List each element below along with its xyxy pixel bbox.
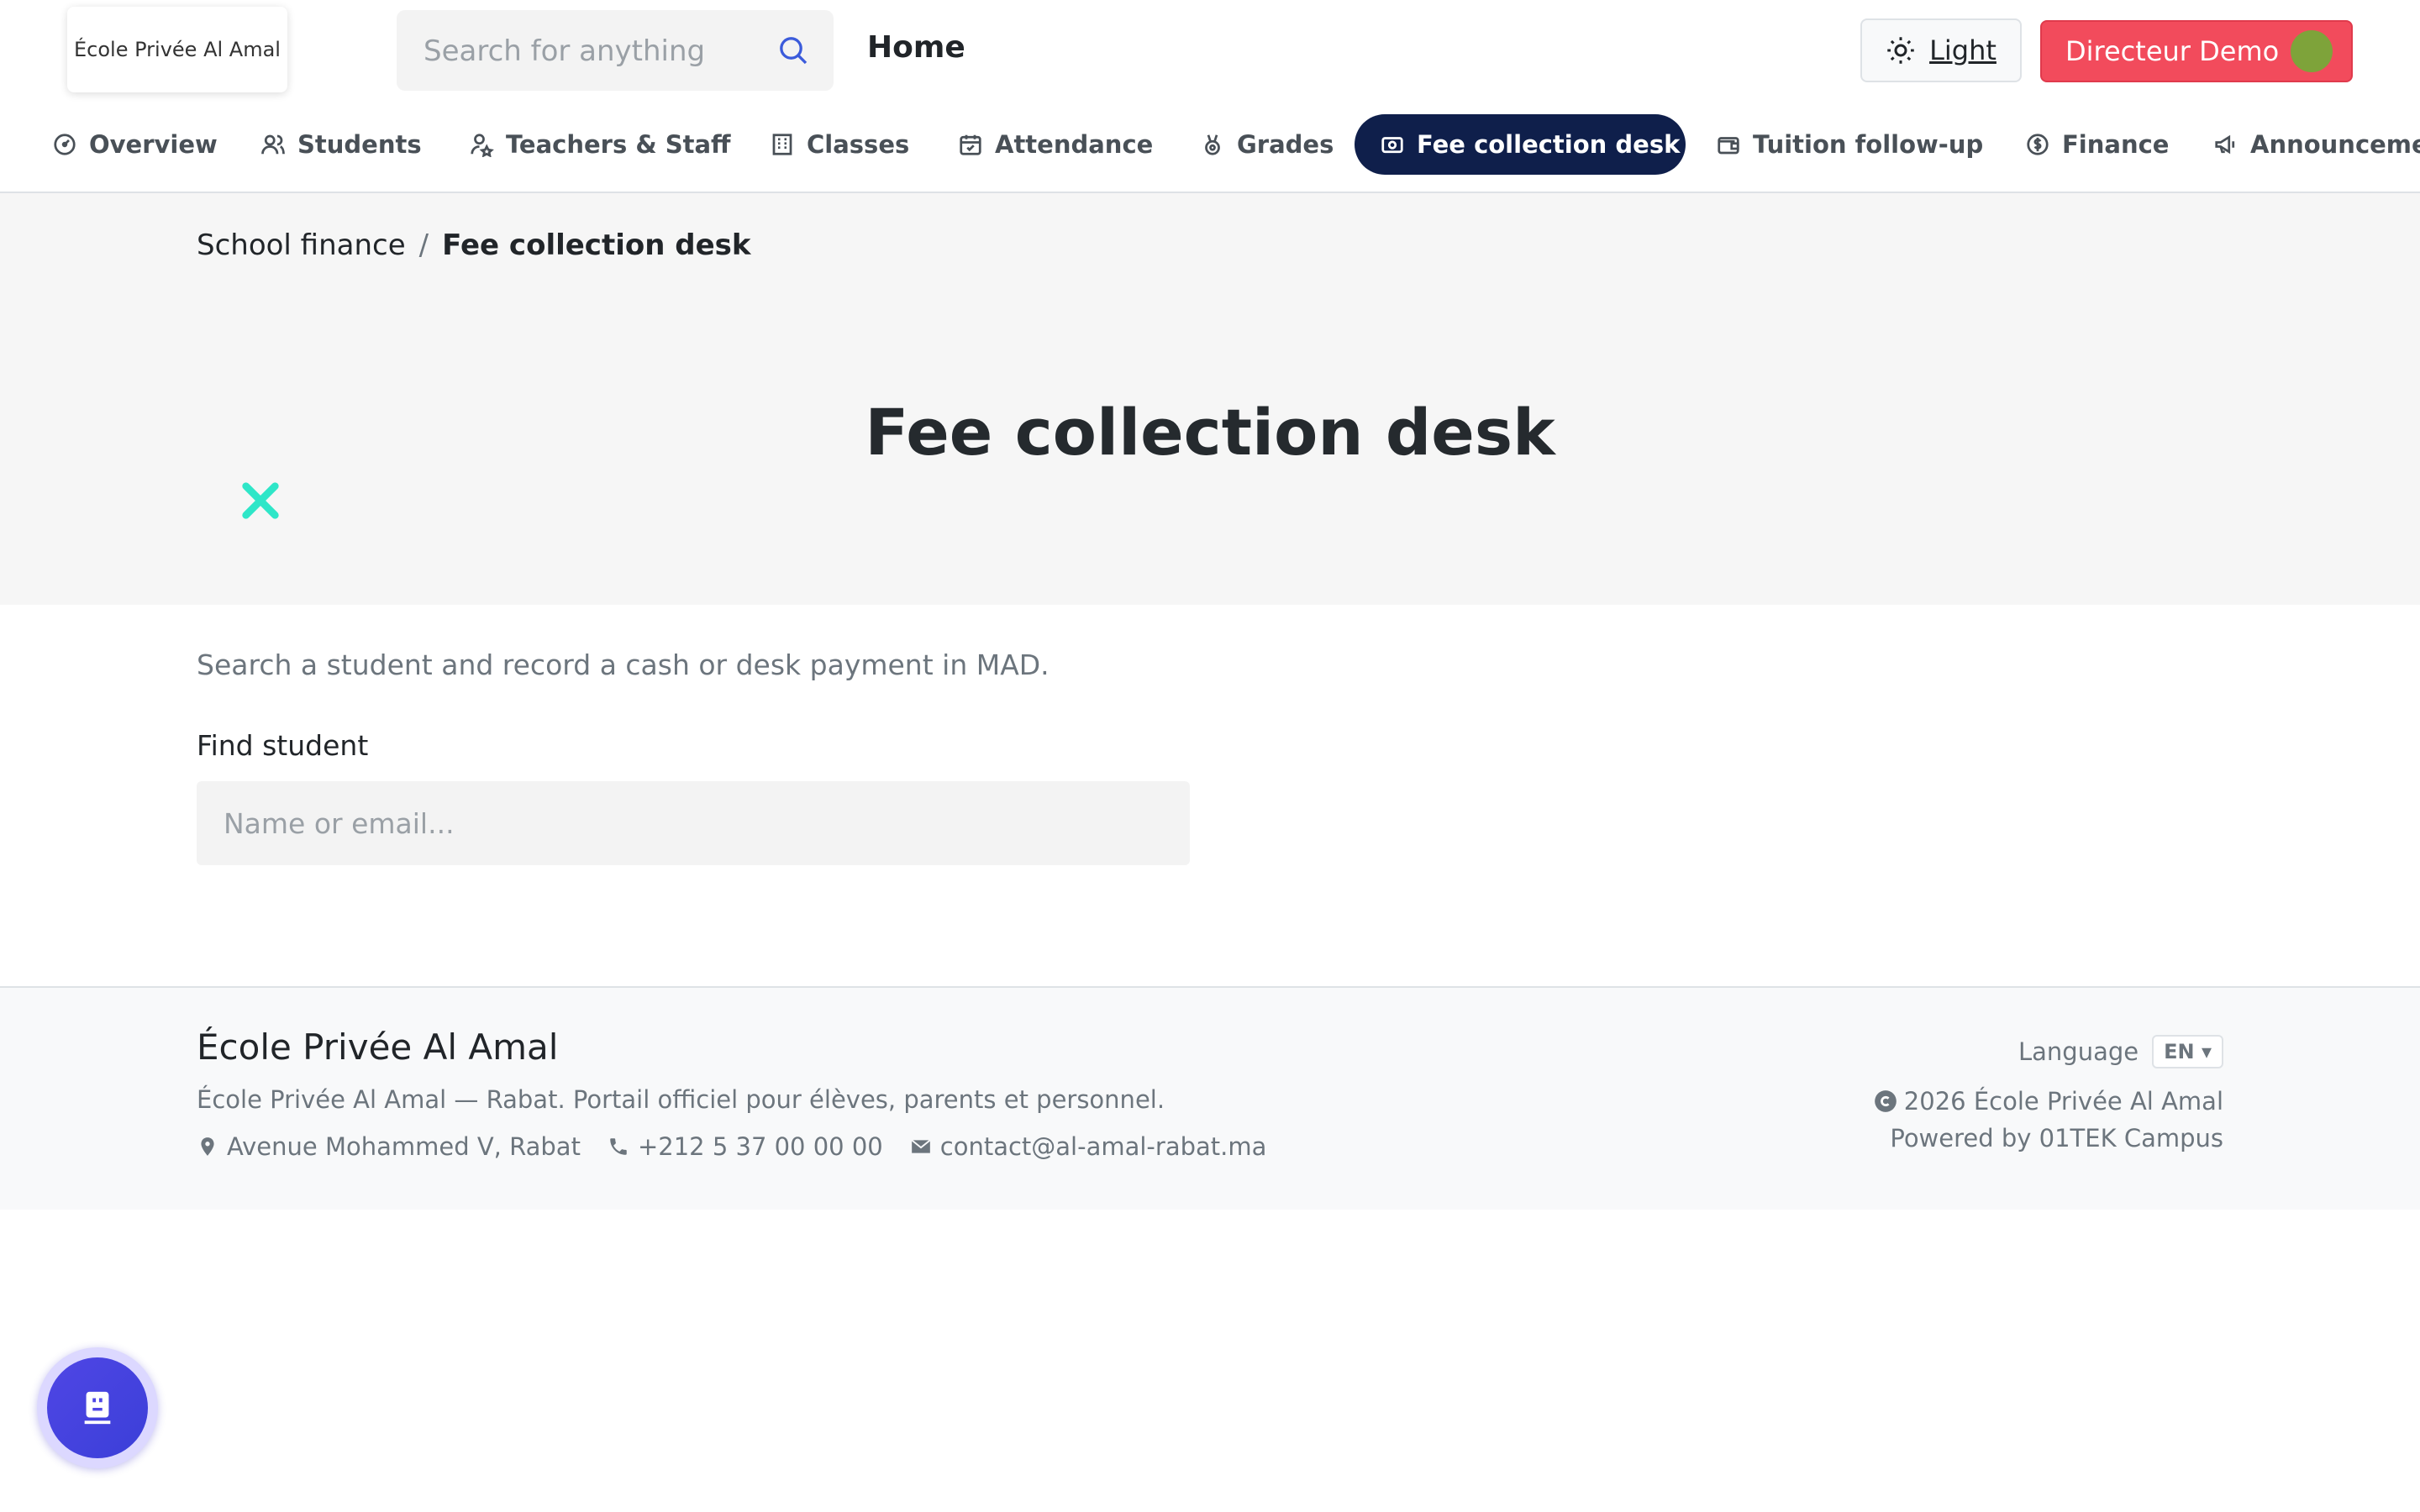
- megaphone-icon: [2215, 134, 2235, 155]
- robot-icon: [84, 1391, 111, 1425]
- nav-label: Attendance: [995, 130, 1154, 159]
- language-label: Language: [2018, 1037, 2139, 1066]
- nav-item-announcements[interactable]: Announcements: [2188, 114, 2420, 175]
- students-icon: [261, 134, 285, 155]
- phone-text: +212 5 37 00 00 00: [637, 1132, 883, 1161]
- nav-label: Teachers & Staff: [506, 130, 731, 159]
- copyright-icon: [1874, 1090, 1897, 1112]
- footer-email[interactable]: contact@al-amal-rabat.ma: [910, 1132, 1267, 1161]
- footer-description: École Privée Al Amal — Rabat. Portail of…: [197, 1085, 1165, 1114]
- nav-item-overview[interactable]: Overview: [27, 114, 243, 175]
- find-student-input[interactable]: [197, 781, 1190, 865]
- copyright: 2026 École Privée Al Amal: [1874, 1087, 2223, 1116]
- coin-icon: [2027, 134, 2049, 155]
- find-student-label: Find student: [197, 729, 369, 762]
- cash-icon: [1381, 137, 1403, 154]
- top-header: École Privée Al Amal Home Light Directeu…: [0, 0, 2420, 193]
- school-logo[interactable]: École Privée Al Amal: [67, 7, 287, 92]
- footer-school-name: École Privée Al Amal: [197, 1026, 559, 1068]
- nav-label: Tuition follow-up: [1753, 130, 1984, 159]
- page-description: Search a student and record a cash or de…: [197, 648, 1050, 681]
- map-pin-icon: [201, 1137, 214, 1156]
- nav-label: Classes: [807, 130, 910, 159]
- avatar: [2291, 30, 2333, 72]
- nav-item-grades[interactable]: Grades: [1175, 114, 1359, 175]
- building-icon: [772, 134, 792, 155]
- nav-item-students[interactable]: Students: [235, 114, 447, 175]
- nav-label: Grades: [1237, 130, 1334, 159]
- footer-phone[interactable]: +212 5 37 00 00 00: [608, 1132, 883, 1161]
- breadcrumb-separator: /: [418, 228, 429, 262]
- main-nav: Overview Students Teachers & Staff Class…: [0, 114, 2420, 178]
- global-search: [397, 10, 834, 91]
- assistant-chat-button[interactable]: [37, 1347, 158, 1468]
- theme-toggle-button[interactable]: Light: [1860, 18, 2022, 82]
- language-switcher: Language EN ▾: [2018, 1035, 2223, 1068]
- sun-icon: [1887, 37, 1914, 64]
- nav-item-attendance[interactable]: Attendance: [933, 114, 1178, 175]
- wallet-icon: [1718, 137, 1739, 155]
- medal-icon: [1205, 134, 1220, 155]
- nav-label: Students: [297, 130, 422, 159]
- envelope-icon: [911, 1139, 931, 1153]
- assistant-button-inner: [47, 1357, 148, 1458]
- nav-label: Fee collection desk: [1417, 130, 1681, 159]
- nav-label: Finance: [2062, 130, 2170, 159]
- nav-item-finance[interactable]: Finance: [2000, 114, 2194, 175]
- calendar-check-icon: [960, 134, 981, 155]
- nav-label: Announcements: [2250, 130, 2420, 159]
- copyright-text: 2026 École Privée Al Amal: [1903, 1087, 2223, 1116]
- address-text: Avenue Mohammed V, Rabat: [227, 1132, 581, 1161]
- email-text: contact@al-amal-rabat.ma: [939, 1132, 1267, 1161]
- nav-item-fee-collection-desk[interactable]: Fee collection desk: [1355, 114, 1686, 175]
- close-icon[interactable]: [239, 479, 282, 522]
- breadcrumb: School finance / Fee collection desk: [197, 228, 751, 262]
- phone-icon: [610, 1138, 627, 1155]
- page-title: Fee collection desk: [865, 395, 1555, 470]
- search-icon[interactable]: [776, 34, 810, 67]
- home-link[interactable]: Home: [867, 30, 965, 65]
- powered-by: Powered by 01TEK Campus: [1890, 1124, 2223, 1152]
- page-hero: School finance / Fee collection desk Fee…: [0, 193, 2420, 605]
- teacher-icon: [471, 134, 494, 157]
- theme-label: Light: [1929, 34, 1996, 66]
- footer-contacts: Avenue Mohammed V, Rabat +212 5 37 00 00…: [197, 1132, 1266, 1161]
- user-name: Directeur Demo: [2065, 35, 2280, 67]
- nav-item-teachers-staff[interactable]: Teachers & Staff: [444, 114, 756, 175]
- nav-label: Overview: [89, 130, 218, 159]
- user-menu-button[interactable]: Directeur Demo: [2040, 20, 2353, 82]
- search-input[interactable]: [422, 30, 778, 72]
- dashboard-icon: [54, 134, 76, 155]
- breadcrumb-current: Fee collection desk: [442, 228, 751, 262]
- language-select[interactable]: EN ▾: [2152, 1035, 2223, 1068]
- site-footer: École Privée Al Amal École Privée Al Ama…: [0, 986, 2420, 1210]
- nav-item-tuition-follow-up[interactable]: Tuition follow-up: [1691, 114, 2008, 175]
- nav-item-classes[interactable]: Classes: [744, 114, 934, 175]
- footer-address: Avenue Mohammed V, Rabat: [197, 1132, 581, 1161]
- breadcrumb-parent[interactable]: School finance: [197, 228, 406, 262]
